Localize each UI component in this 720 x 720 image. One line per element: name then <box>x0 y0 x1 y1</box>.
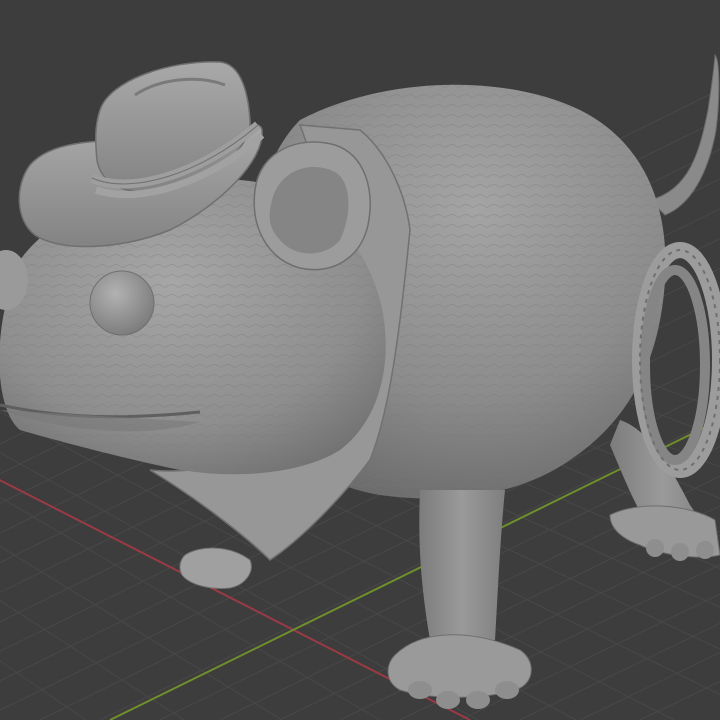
eye <box>89 270 155 336</box>
viewport-canvas[interactable] <box>0 0 720 720</box>
3d-viewport[interactable] <box>0 0 720 720</box>
tail <box>649 53 720 216</box>
ear <box>253 141 371 271</box>
front-paw <box>179 547 252 589</box>
